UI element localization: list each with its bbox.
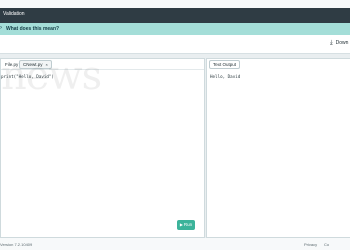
info-banner[interactable]: › What does this mean?	[0, 23, 350, 35]
footer-version: Version 7.2.10409	[0, 242, 33, 247]
chevron-right-icon: ›	[0, 25, 2, 31]
title-bar: Validation	[0, 8, 350, 23]
privacy-link[interactable]: Privacy	[304, 242, 317, 247]
editor-panel: File.py CNewt.py × news print("Hello, Dav…	[0, 53, 205, 238]
run-button[interactable]: ▶Run	[177, 220, 195, 230]
footer-link[interactable]: Co	[324, 242, 329, 247]
app-title: Validation	[3, 11, 25, 17]
code-line[interactable]: print("Hello, David")	[1, 74, 54, 79]
download-label: Down	[335, 40, 349, 46]
top-strip	[0, 0, 350, 8]
download-button[interactable]: ⤓ Down	[330, 40, 348, 47]
download-icon: ⤓	[330, 40, 333, 46]
output-panel: Text Output Hello, David	[206, 58, 350, 238]
play-icon: ▶	[179, 222, 183, 227]
action-bar: ⤓ Down	[0, 35, 350, 54]
output-text: Hello, David	[210, 74, 241, 79]
banner-text[interactable]: What does this mean?	[6, 26, 59, 32]
tab-text-output[interactable]: Text Output	[209, 60, 241, 69]
run-label: Run	[183, 222, 193, 227]
footer: Version 7.2.10409 Privacy Co	[0, 238, 350, 250]
